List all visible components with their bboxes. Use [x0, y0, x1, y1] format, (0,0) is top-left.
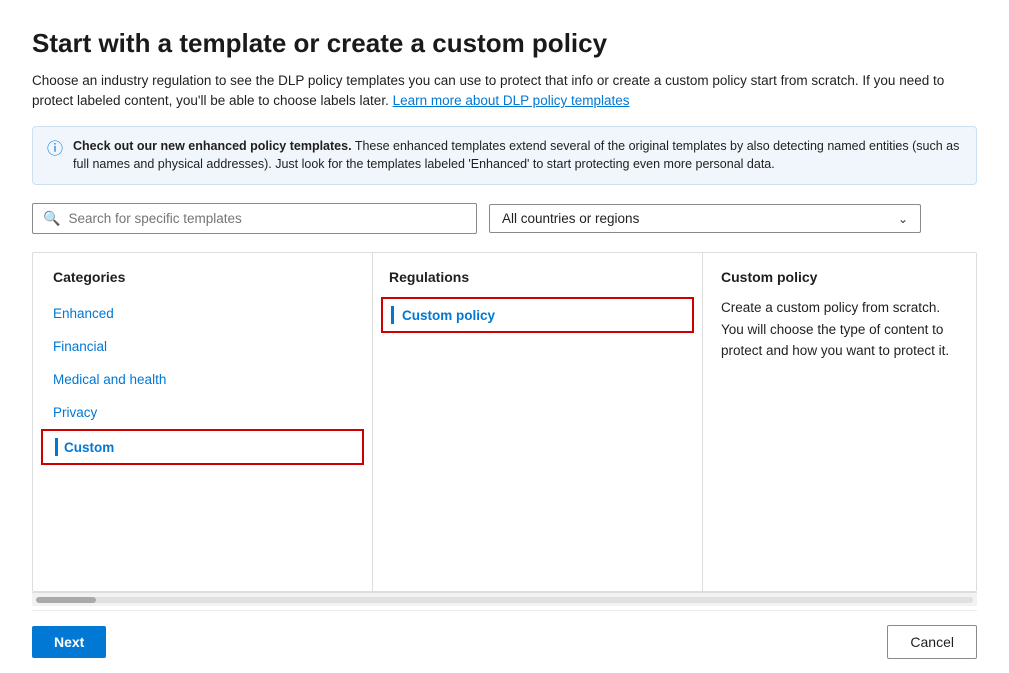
category-privacy[interactable]: Privacy	[33, 396, 372, 429]
scrollbar-row[interactable]	[32, 592, 977, 606]
next-button[interactable]: Next	[32, 626, 106, 658]
regulation-custom-policy-label: Custom policy	[402, 308, 495, 323]
dlp-policy-link[interactable]: Learn more about DLP policy templates	[393, 93, 630, 108]
info-banner: ⓘ Check out our new enhanced policy temp…	[32, 126, 977, 186]
custom-policy-column: Custom policy Create a custom policy fro…	[703, 253, 976, 591]
category-enhanced[interactable]: Enhanced	[33, 297, 372, 330]
category-financial[interactable]: Financial	[33, 330, 372, 363]
region-dropdown[interactable]: All countries or regions ⌄	[489, 204, 921, 233]
search-box[interactable]: 🔍	[32, 203, 477, 234]
page-title: Start with a template or create a custom…	[32, 28, 977, 59]
footer-row: Next Cancel	[32, 610, 977, 673]
category-custom-label: Custom	[64, 440, 114, 455]
chevron-down-icon: ⌄	[898, 212, 908, 226]
three-column-panel: Categories Enhanced Financial Medical an…	[32, 252, 977, 592]
categories-column: Categories Enhanced Financial Medical an…	[33, 253, 373, 591]
info-icon: ⓘ	[47, 138, 63, 162]
search-icon: 🔍	[43, 210, 60, 227]
regulation-custom-policy[interactable]: Custom policy	[381, 297, 694, 333]
selection-bar	[55, 438, 58, 456]
region-label: All countries or regions	[502, 211, 639, 226]
custom-policy-header: Custom policy	[721, 269, 958, 297]
search-input[interactable]	[68, 211, 466, 226]
custom-policy-description: Create a custom policy from scratch. You…	[721, 297, 958, 362]
scrollbar-track[interactable]	[36, 597, 973, 603]
category-custom[interactable]: Custom	[41, 429, 364, 465]
search-filter-row: 🔍 All countries or regions ⌄	[32, 203, 977, 234]
regulation-selection-bar	[391, 306, 394, 324]
cancel-button[interactable]: Cancel	[887, 625, 977, 659]
category-medical[interactable]: Medical and health	[33, 363, 372, 396]
regulations-header: Regulations	[373, 269, 702, 297]
scrollbar-thumb[interactable]	[36, 597, 96, 603]
regulations-column: Regulations Custom policy	[373, 253, 703, 591]
categories-header: Categories	[33, 269, 372, 297]
page-description: Choose an industry regulation to see the…	[32, 71, 977, 112]
banner-content: Check out our new enhanced policy templa…	[73, 137, 962, 175]
